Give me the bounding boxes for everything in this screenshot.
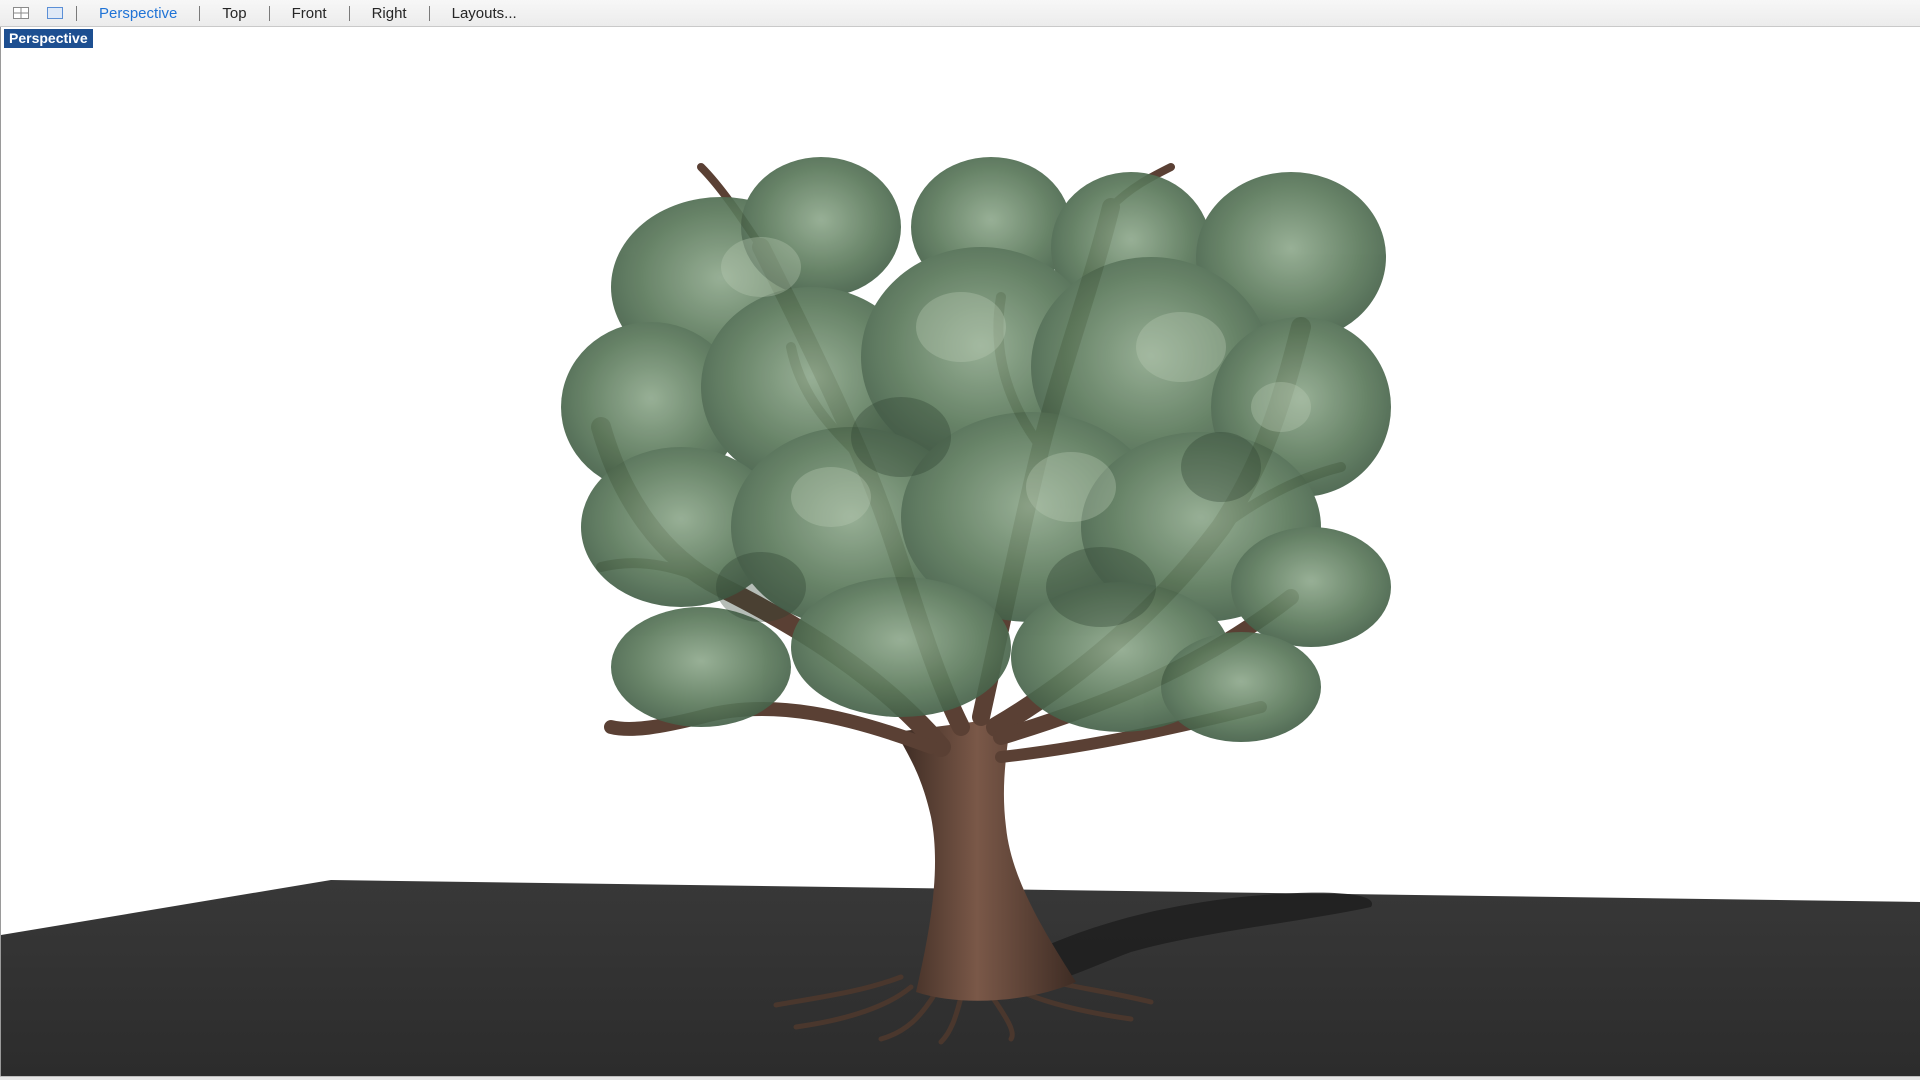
- tree-foliage: [561, 157, 1391, 742]
- perspective-viewport[interactable]: Perspective: [0, 27, 1920, 1076]
- viewport-title-label[interactable]: Perspective: [4, 29, 93, 48]
- scene-canvas: [1, 157, 1920, 1076]
- single-viewport-icon[interactable]: [42, 2, 68, 24]
- tab-front[interactable]: Front: [270, 0, 349, 27]
- layouts-menu[interactable]: Layouts...: [430, 0, 539, 27]
- app-window: Perspective Top Front Right Layouts... P…: [0, 0, 1920, 1080]
- viewport-bottom-border: [0, 1076, 1920, 1080]
- tab-perspective[interactable]: Perspective: [77, 0, 199, 27]
- tab-top[interactable]: Top: [200, 0, 268, 27]
- grid-layout-icon[interactable]: [8, 2, 34, 24]
- tab-right[interactable]: Right: [350, 0, 429, 27]
- viewport-toolbar: Perspective Top Front Right Layouts...: [0, 0, 1920, 27]
